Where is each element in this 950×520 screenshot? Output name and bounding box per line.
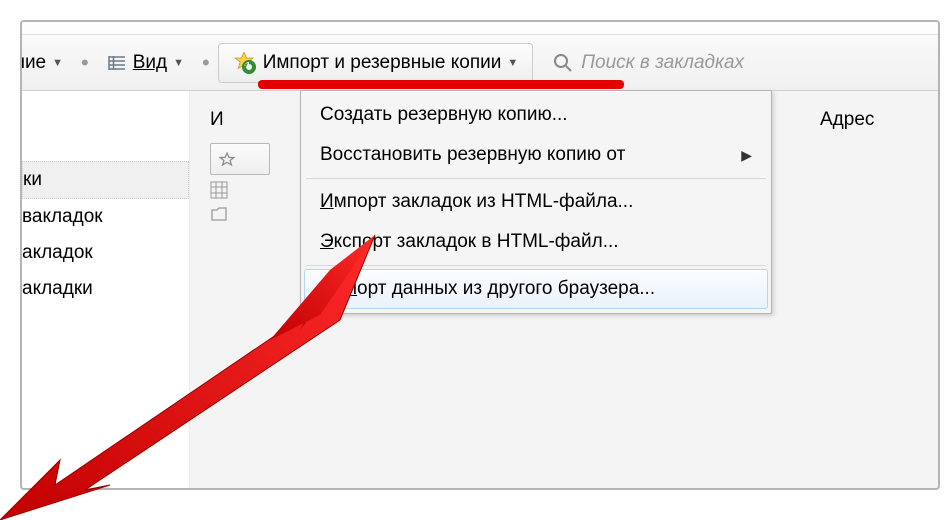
sidebar-item[interactable]: вакладок — [22, 199, 189, 235]
manage-label: равление — [20, 52, 46, 74]
list-view-icon — [107, 54, 127, 72]
manage-menu[interactable]: равление ▼ — [20, 43, 73, 83]
menu-item-import-browser[interactable]: Импорт данных из другого браузера... — [304, 269, 768, 309]
import-backup-label: Импорт и резервные копии — [263, 52, 502, 74]
search-icon — [553, 53, 573, 73]
annotation-underline — [258, 80, 624, 89]
menu-item-restore[interactable]: Восстановить резервную копию от ▶ — [304, 135, 768, 175]
search-placeholder: Поиск в закладках — [581, 52, 744, 74]
sidebar-item[interactable]: ки — [22, 161, 189, 199]
import-backup-dropdown: Создать резервную копию... Восстановить … — [300, 90, 772, 314]
star-refresh-icon — [233, 52, 257, 74]
menu-item-backup[interactable]: Создать резервную копию... — [304, 95, 768, 135]
toolbar-separator: • — [75, 50, 95, 76]
dropdown-arrow-icon: ▼ — [173, 57, 184, 69]
dropdown-arrow-icon: ▼ — [52, 57, 63, 69]
search-input[interactable]: Поиск в закладках — [553, 52, 744, 74]
sidebar-item[interactable]: акладок — [22, 235, 189, 271]
star-outline-icon — [219, 152, 235, 166]
view-label: Вид — [133, 52, 167, 74]
sidebar-item[interactable]: акладки — [22, 271, 189, 307]
submenu-arrow-icon: ▶ — [741, 147, 752, 164]
name-input[interactable] — [210, 143, 270, 175]
sidebar: ки вакладок акладок акладки — [22, 91, 190, 488]
menu-separator — [306, 178, 766, 179]
window-titlebar-fragment — [22, 22, 938, 35]
menu-item-export-html[interactable]: Экспорт закладок в HTML-файл... — [304, 222, 768, 262]
address-label: Адрес — [820, 109, 874, 131]
menu-item-import-html[interactable]: Импорт закладок из HTML-файла... — [304, 182, 768, 222]
toolbar-separator: • — [196, 50, 216, 76]
import-backup-menu[interactable]: Импорт и резервные копии ▼ — [218, 43, 534, 83]
grid-icon — [210, 181, 228, 199]
menu-separator — [306, 265, 766, 266]
view-menu[interactable]: Вид ▼ — [97, 43, 194, 83]
folder-icon — [210, 205, 228, 223]
dropdown-arrow-icon: ▼ — [507, 57, 518, 69]
